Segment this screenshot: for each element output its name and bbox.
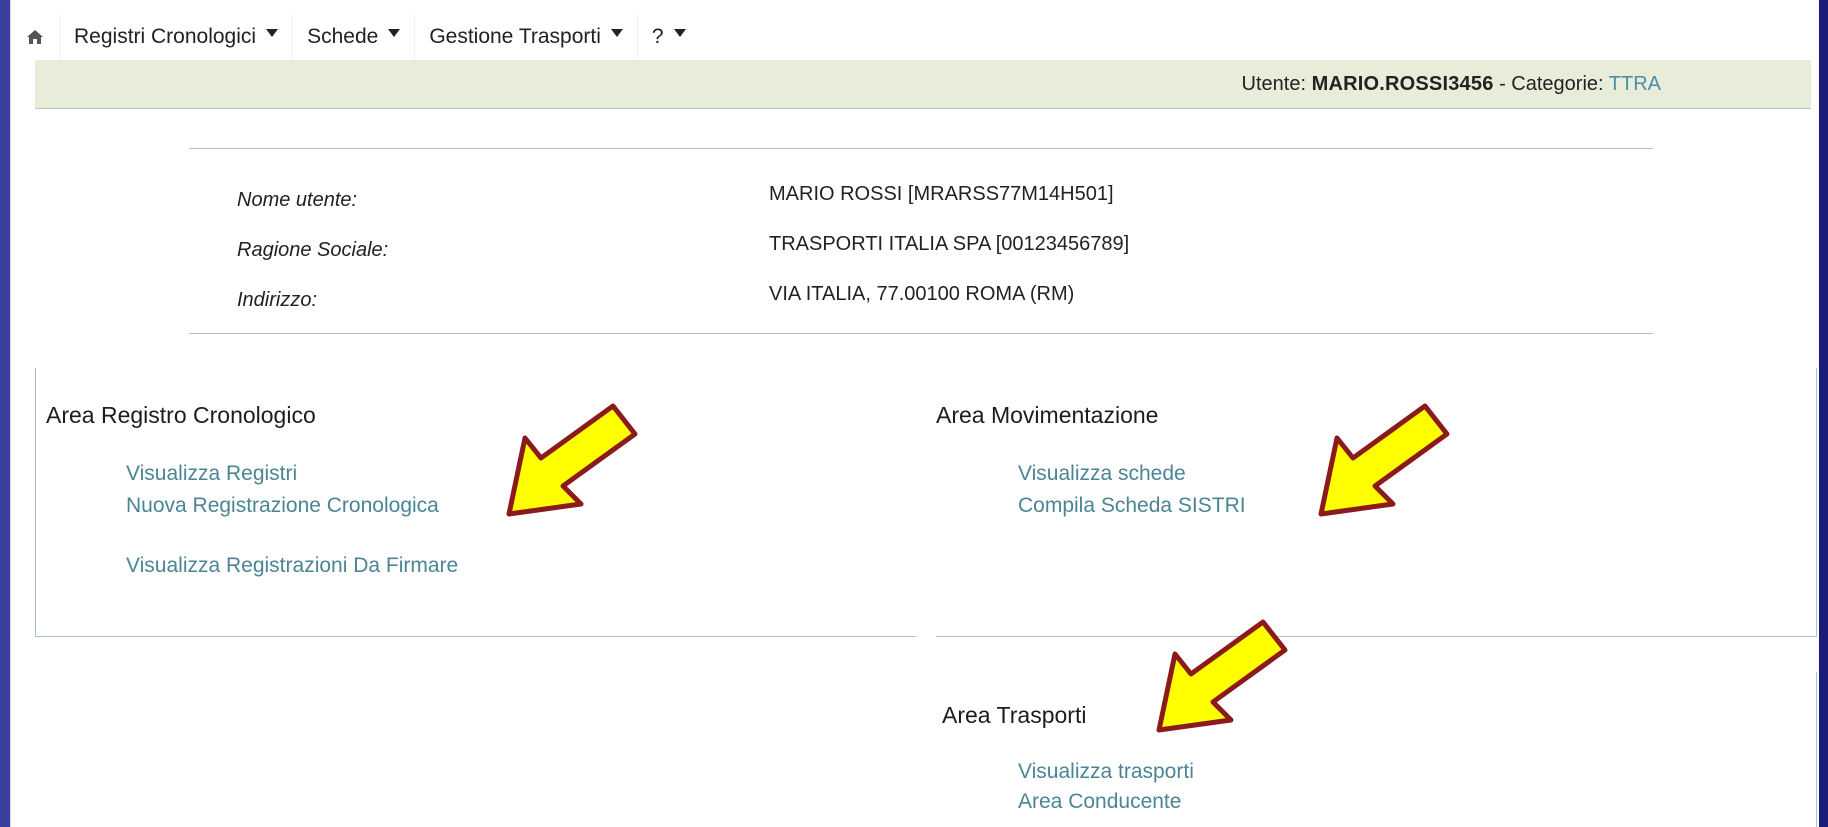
info-value: VIA ITALIA, 77.00100 ROMA (RM) <box>769 283 1075 305</box>
caret-down-icon <box>266 29 279 37</box>
info-value: MARIO ROSSI [MRARSS77M14H501] <box>769 183 1114 205</box>
category-value: TTRA <box>1608 72 1661 95</box>
user-details-panel: Nome utente: MARIO ROSSI [MRARSS77M14H50… <box>189 148 1653 334</box>
menu-help[interactable]: ? <box>636 14 700 60</box>
menu-gestione-trasporti[interactable]: Gestione Trasporti <box>414 14 637 60</box>
menu-label: ? <box>651 25 664 48</box>
username: MARIO.ROSSI3456 <box>1311 72 1494 95</box>
category-prefix: - Categorie: <box>1493 72 1609 95</box>
caret-down-icon <box>388 29 401 37</box>
yellow-arrow-icon <box>1156 619 1288 733</box>
menu-registri-cronologici[interactable]: Registri Cronologici <box>59 14 292 60</box>
link-area-conducente[interactable]: Area Conducente <box>1018 790 1181 814</box>
user-status-bar: Utente: MARIO.ROSSI3456 - Categorie: TTR… <box>35 60 1811 109</box>
area-registro-panel: Area Registro Cronologico Visualizza Reg… <box>35 368 916 637</box>
info-label: Nome utente: <box>237 189 358 211</box>
user-info: Utente: MARIO.ROSSI3456 - Categorie: TTR… <box>1242 73 1661 96</box>
caret-down-icon <box>673 29 686 37</box>
link-visualizza-trasporti[interactable]: Visualizza trasporti <box>1018 760 1194 784</box>
link-compila-scheda[interactable]: Compila Scheda SISTRI <box>1018 494 1246 518</box>
area-trasporti-panel: Area Trasporti Visualizza trasporti Area… <box>936 672 1817 827</box>
caret-down-icon <box>610 29 623 37</box>
app-window: Registri Cronologici Schede Gestione Tra… <box>10 0 1819 827</box>
menu-label: Schede <box>307 25 379 48</box>
yellow-arrow-icon <box>1318 403 1450 517</box>
info-value: TRASPORTI ITALIA SPA [00123456789] <box>769 233 1130 255</box>
link-visualizza-registri[interactable]: Visualizza Registri <box>126 462 297 486</box>
info-label: Indirizzo: <box>237 289 318 311</box>
user-prefix: Utente: <box>1241 72 1312 95</box>
area-registro-title: Area Registro Cronologico <box>46 402 316 428</box>
info-label: Ragione Sociale: <box>237 239 389 261</box>
menu-schede[interactable]: Schede <box>292 14 414 60</box>
home-icon <box>27 30 43 44</box>
link-visualizza-schede[interactable]: Visualizza schede <box>1018 462 1186 486</box>
link-registrazioni-da-firmare[interactable]: Visualizza Registrazioni Da Firmare <box>126 554 458 578</box>
menu-label: Registri Cronologici <box>74 25 257 48</box>
home-button[interactable] <box>11 14 59 60</box>
area-trasporti-title: Area Trasporti <box>942 702 1087 728</box>
link-nuova-registrazione[interactable]: Nuova Registrazione Cronologica <box>126 494 439 518</box>
area-movimentazione-title: Area Movimentazione <box>936 402 1159 428</box>
menu-label: Gestione Trasporti <box>429 25 601 48</box>
main-menu-bar: Registri Cronologici Schede Gestione Tra… <box>11 14 1819 60</box>
yellow-arrow-icon <box>506 403 638 517</box>
